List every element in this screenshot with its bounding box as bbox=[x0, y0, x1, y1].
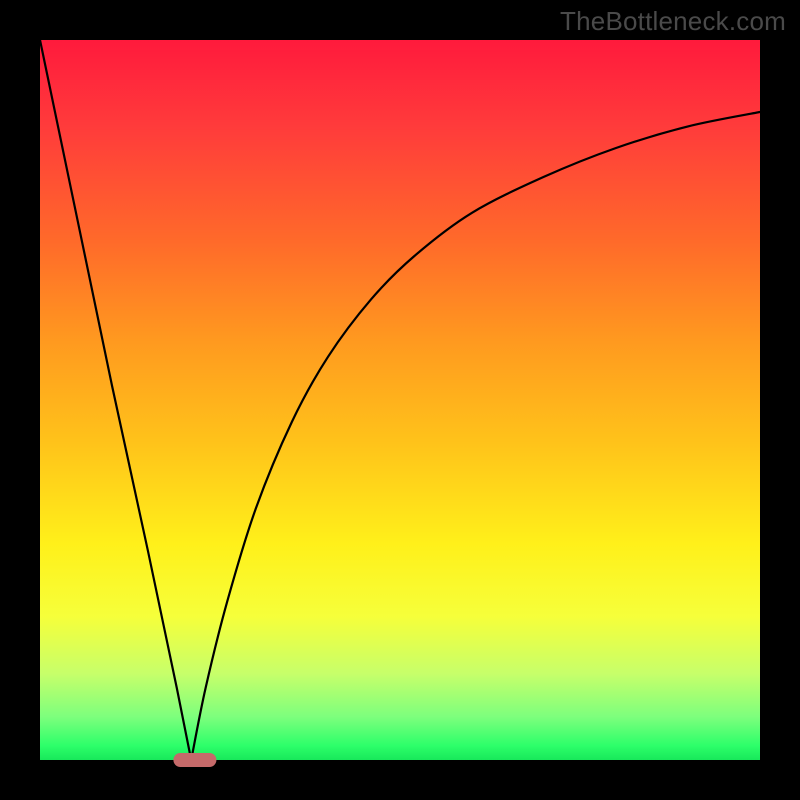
curve-svg bbox=[40, 40, 760, 760]
curve-left-branch bbox=[40, 40, 191, 760]
plot-area bbox=[40, 40, 760, 760]
curve-right-branch bbox=[191, 112, 760, 760]
optimum-marker bbox=[173, 753, 216, 767]
watermark-text: TheBottleneck.com bbox=[560, 6, 786, 37]
chart-frame: TheBottleneck.com bbox=[0, 0, 800, 800]
